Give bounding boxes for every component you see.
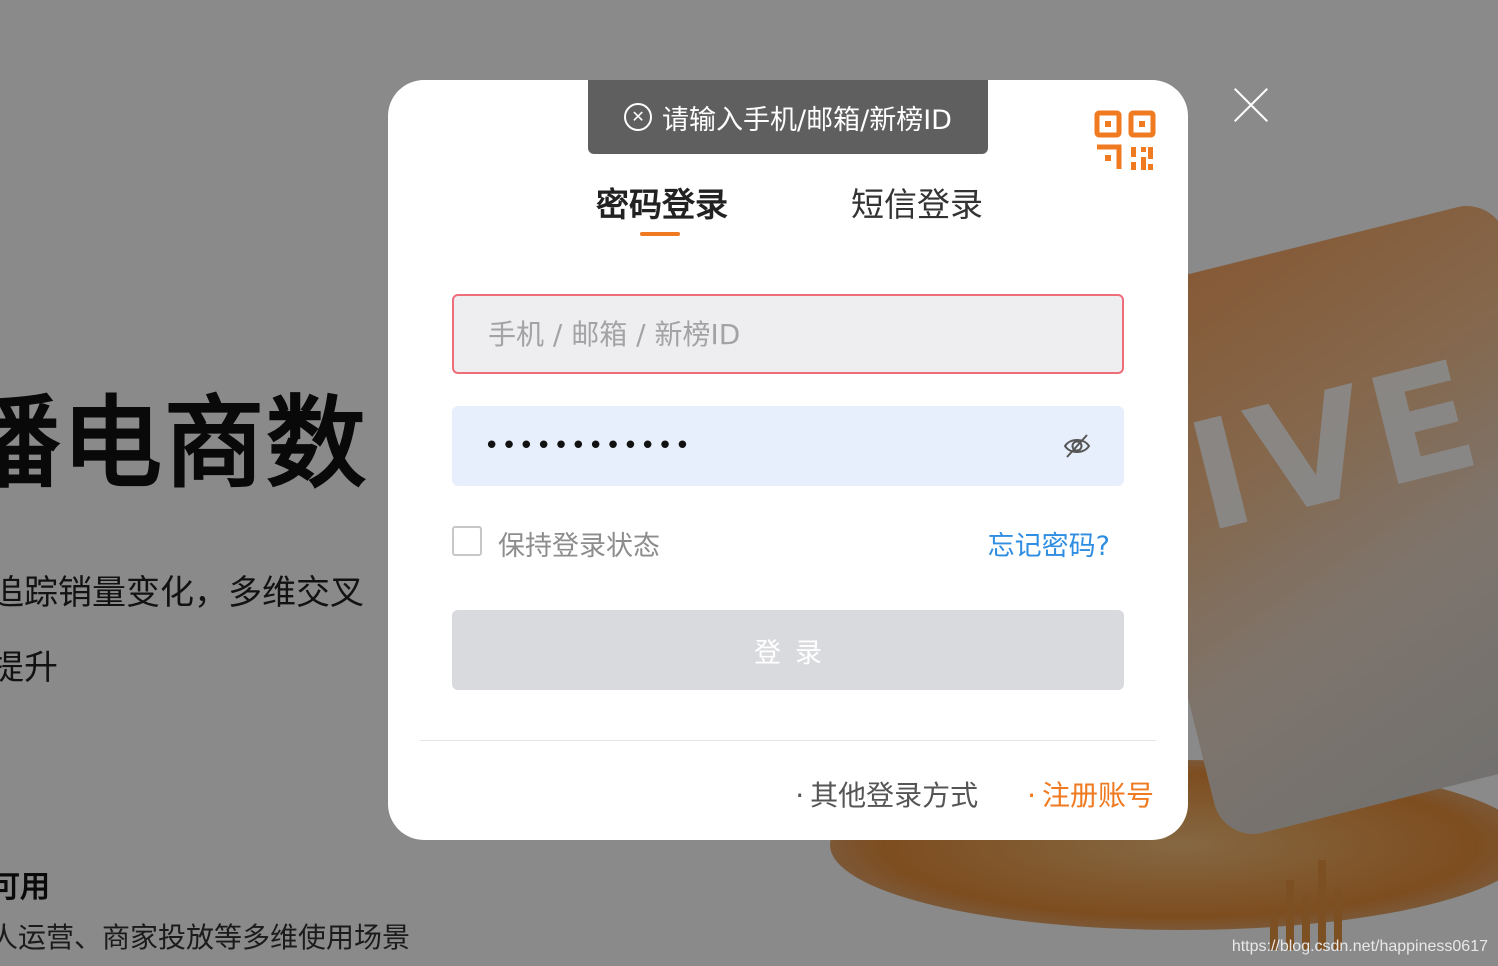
login-modal: ✕ 请输入手机/邮箱/新榜ID 密码登录 短信登录 •••••••••••• <box>388 80 1188 840</box>
remember-checkbox[interactable] <box>452 526 482 556</box>
other-login-link[interactable]: · 其他登录方式 <box>795 779 978 812</box>
account-input[interactable] <box>486 316 1090 352</box>
remember-row: 保持登录状态 忘记密码? <box>452 524 1124 564</box>
register-link[interactable]: · 注册账号 <box>1027 779 1154 812</box>
footer-links: · 其他登录方式 · 注册账号 <box>795 774 1154 814</box>
qr-code-icon[interactable] <box>1094 110 1156 172</box>
close-icon[interactable] <box>1232 86 1270 124</box>
forgot-password-link[interactable]: 忘记密码? <box>988 524 1110 563</box>
eye-off-icon[interactable] <box>1062 431 1092 461</box>
remember-label: 保持登录状态 <box>498 531 660 562</box>
other-login-label: 其他登录方式 <box>810 779 979 812</box>
circle-x-icon: ✕ <box>624 103 653 131</box>
bullet: · <box>1027 779 1036 812</box>
footer-divider <box>420 740 1156 741</box>
bullet: · <box>795 779 805 812</box>
tab-sms-login[interactable]: 短信登录 <box>851 178 983 226</box>
active-tab-indicator <box>640 232 680 236</box>
register-label: 注册账号 <box>1041 779 1154 812</box>
error-toast: ✕ 请输入手机/邮箱/新榜ID <box>588 80 988 154</box>
password-input[interactable]: •••••••••••• <box>484 431 1062 461</box>
account-field[interactable] <box>452 294 1124 374</box>
password-field[interactable]: •••••••••••• <box>452 406 1124 486</box>
login-tabs: 密码登录 短信登录 <box>388 178 1188 248</box>
watermark: https://blog.csdn.net/happiness0617 <box>1231 938 1488 955</box>
tab-password-login[interactable]: 密码登录 <box>596 178 728 226</box>
login-button[interactable]: 登录 <box>452 610 1124 690</box>
toast-message: 请输入手机/邮箱/新榜ID <box>662 104 952 136</box>
